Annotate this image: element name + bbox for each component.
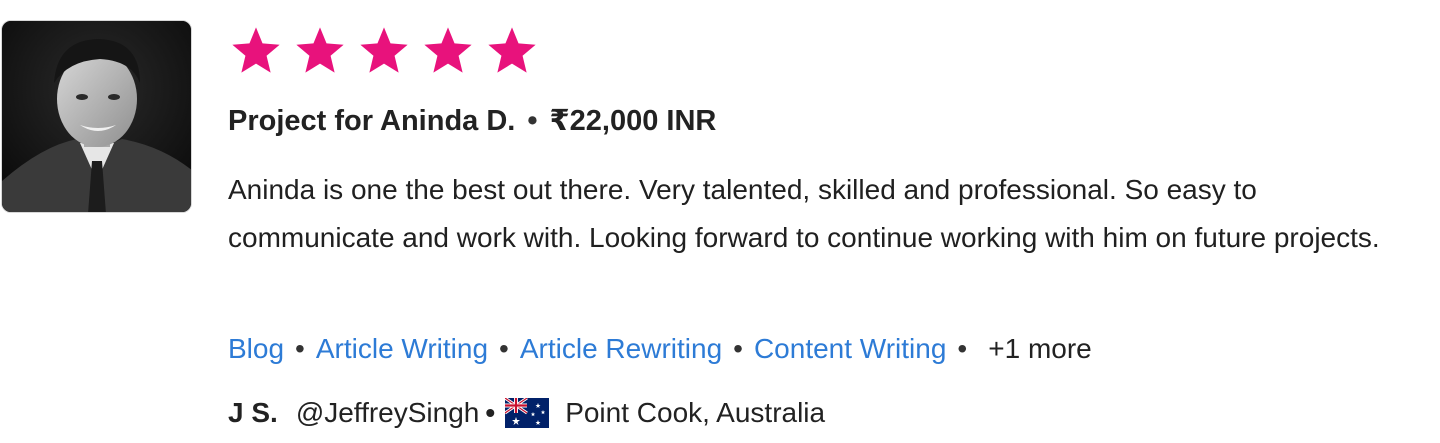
skills-list: Blog • Article Writing • Article Rewriting • C… xyxy=(228,329,1092,369)
project-title: Project for Aninda D. xyxy=(228,105,516,137)
avatar-photo xyxy=(2,21,191,212)
reviewer-separator: • xyxy=(485,397,496,428)
skill-separator: • xyxy=(499,333,509,364)
project-amount: ₹22,000 INR xyxy=(549,105,717,137)
skill-separator: • xyxy=(295,333,305,364)
reviewer-handle[interactable]: @JeffreySingh xyxy=(296,393,480,433)
review-text: Aninda is one the best out there. Very t… xyxy=(228,174,1380,253)
skill-separator: • xyxy=(957,333,968,364)
title-separator: • xyxy=(527,105,538,137)
star-icon xyxy=(424,27,472,73)
star-rating xyxy=(228,24,540,78)
star-icon xyxy=(232,27,280,73)
more-skills-button[interactable]: +1 more xyxy=(988,333,1092,364)
australia-flag-icon xyxy=(505,398,550,428)
skill-link-blog[interactable]: Blog xyxy=(228,333,284,364)
skill-link-article-rewriting[interactable]: Article Rewriting xyxy=(520,333,722,364)
reviewer-avatar[interactable] xyxy=(1,20,192,213)
skill-link-content-writing[interactable]: Content Writing xyxy=(754,333,946,364)
star-icon xyxy=(488,27,536,73)
project-title-line: Project for Aninda D. • ₹22,000 INR xyxy=(228,101,716,141)
skill-separator: • xyxy=(733,333,743,364)
reviewer-name: J S. xyxy=(228,397,278,428)
star-icon xyxy=(296,27,344,73)
skill-link-article-writing[interactable]: Article Writing xyxy=(316,333,488,364)
reviewer-location: Point Cook, Australia xyxy=(565,397,826,428)
star-icon xyxy=(360,27,408,73)
reviewer-info: J S. @JeffreySingh • Point Cook, Austral… xyxy=(228,393,825,433)
